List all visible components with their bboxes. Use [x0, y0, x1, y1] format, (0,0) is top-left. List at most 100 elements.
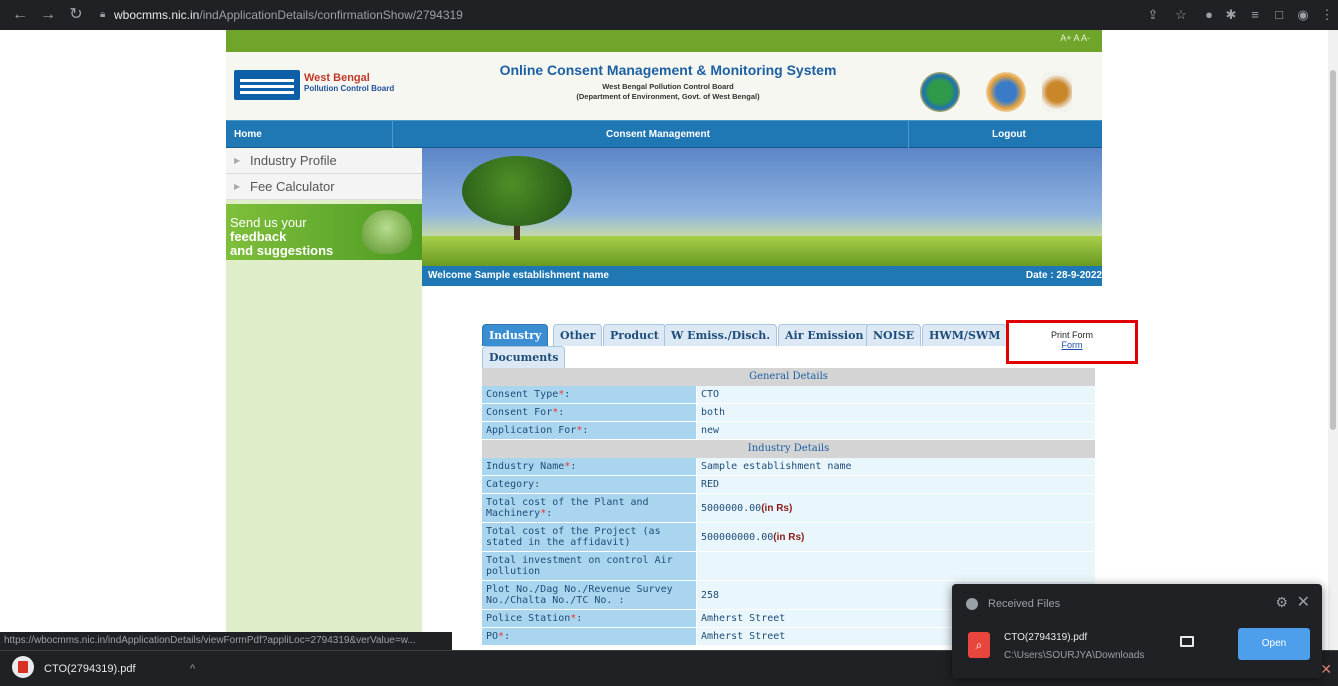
received-files-popup: Received Files ⚙ ✕ ⌕ CTO(2794319).pdf C:… — [952, 584, 1322, 678]
logo-title: West Bengal — [304, 72, 370, 84]
row-label: Police Station*: — [482, 610, 696, 627]
menu-home[interactable]: Home — [234, 121, 262, 148]
received-file-path: C:\Users\SOURJYA\Downloads — [1004, 650, 1145, 661]
row-label: Application For*: — [482, 422, 696, 439]
print-form-link[interactable]: Form — [1009, 340, 1135, 350]
logo-subtitle: Pollution Control Board — [304, 84, 395, 93]
pdf-icon: ⌕ — [968, 632, 990, 658]
sidebar-item-fee-calculator[interactable]: ▶ Fee Calculator — [226, 174, 422, 200]
status-url-tooltip: https://wbocmms.nic.in/indApplicationDet… — [0, 632, 452, 650]
menu-separator — [908, 121, 909, 148]
hands-plant-icon — [362, 210, 412, 254]
row-label: Total cost of the Project (as stated in … — [482, 523, 696, 551]
table-row: Consent Type*: CTO — [482, 386, 1095, 404]
open-button[interactable]: Open — [1238, 628, 1310, 660]
back-icon[interactable]: ← — [10, 5, 30, 25]
feedback-bold: feedback — [230, 229, 287, 244]
row-value: new — [696, 422, 1095, 439]
row-label: Total cost of the Plant and Machinery*: — [482, 494, 696, 522]
system-title: Online Consent Management & Monitoring S… — [499, 62, 837, 78]
address-bar[interactable]: 🔒︎ wbocmms.nic.in/indApplicationDetails/… — [100, 4, 1100, 26]
section-header-industry: Industry Details — [482, 440, 1095, 458]
sidebar-item-industry-profile[interactable]: ▶ Industry Profile — [226, 148, 422, 174]
wbpcb-logo — [234, 70, 300, 100]
page-scrollbar[interactable] — [1328, 30, 1338, 650]
side-panel-icon[interactable]: □ — [1270, 6, 1288, 24]
table-row: Total cost of the Project (as stated in … — [482, 523, 1095, 552]
row-label: Category: — [482, 476, 696, 493]
reading-list-icon[interactable]: ≡ — [1246, 6, 1264, 24]
tab-air-emission[interactable]: Air Emission — [778, 324, 871, 346]
feedback-line2: and suggestions — [230, 243, 334, 258]
tab-other[interactable]: Other — [553, 324, 603, 346]
welcome-message: Welcome Sample establishment name — [428, 270, 609, 281]
table-row: Industry Name*: Sample establishment nam… — [482, 458, 1095, 476]
row-value: 500000000.00 (in Rs) — [696, 523, 1095, 551]
row-label: PO*: — [482, 628, 696, 645]
tab-documents[interactable]: Documents — [482, 346, 566, 368]
print-form-label: Print Form — [1050, 330, 1093, 340]
sidebar-item-label: Fee Calculator — [250, 179, 335, 194]
popup-title: Received Files — [988, 598, 1061, 610]
menu-separator — [392, 121, 393, 148]
close-icon[interactable]: ✕ — [1320, 657, 1332, 681]
close-icon[interactable]: ✕ — [1297, 592, 1310, 612]
table-row: Application For*: new — [482, 422, 1095, 440]
row-value: RED — [696, 476, 1095, 493]
state-emblem-icon — [920, 72, 960, 112]
share-icon[interactable]: ⇪ — [1144, 6, 1162, 24]
grass-field — [422, 236, 1102, 266]
row-label: Consent For*: — [482, 404, 696, 421]
chevron-up-icon[interactable]: ^ — [190, 657, 195, 681]
tab-hwm-swm[interactable]: HWM/SWM — [922, 324, 1008, 346]
tab-industry[interactable]: Industry — [482, 324, 549, 346]
feedback-line1: Send us your — [230, 215, 307, 230]
browser-toolbar: ← → ↻ 🔒︎ wbocmms.nic.in/indApplicationDe… — [0, 0, 1338, 30]
bullet-icon: ▶ — [234, 156, 241, 165]
table-row: Category: RED — [482, 476, 1095, 494]
profile-icon[interactable]: ◉ — [1294, 6, 1312, 24]
row-value — [696, 552, 1095, 580]
table-row: Consent For*: both — [482, 404, 1095, 422]
reload-icon[interactable]: ↻ — [66, 5, 86, 25]
system-subtitle: West Bengal Pollution Control Board — [602, 82, 734, 91]
menu-consent-management[interactable]: Consent Management — [606, 121, 710, 148]
folder-icon[interactable] — [1180, 636, 1194, 647]
app-logo-icon — [966, 598, 978, 610]
sidebar: ▶ Industry Profile ▶ Fee Calculator Send… — [226, 148, 422, 650]
environment-emblem-icon — [986, 72, 1026, 112]
tab-noise[interactable]: NOISE — [866, 324, 922, 346]
page-viewport: A+ A A- West Bengal Pollution Control Bo… — [0, 30, 1338, 650]
forward-icon[interactable]: → — [38, 5, 58, 25]
tab-product[interactable]: Product — [603, 324, 666, 346]
scrollbar-thumb[interactable] — [1330, 70, 1336, 430]
star-icon[interactable]: ☆ — [1172, 6, 1190, 24]
bullet-icon: ▶ — [234, 182, 241, 191]
print-form-box: Print Form Form — [1006, 320, 1138, 364]
font-size-controls[interactable]: A+ A A- — [1060, 33, 1090, 43]
menu-logout[interactable]: Logout — [992, 121, 1026, 148]
banner-image — [422, 148, 1102, 266]
tree-icon — [462, 156, 572, 226]
site-header: West Bengal Pollution Control Board Onli… — [226, 52, 1102, 120]
lock-icon[interactable]: 🔒︎ — [100, 4, 105, 26]
tab-w-emission[interactable]: W Emiss./Disch. — [664, 324, 778, 346]
top-strip: A+ A A- — [226, 30, 1102, 52]
sidebar-item-label: Industry Profile — [250, 153, 337, 168]
shield-icon[interactable]: ● — [1200, 6, 1218, 24]
extensions-icon[interactable]: ✱ — [1222, 6, 1240, 24]
row-value: both — [696, 404, 1095, 421]
feedback-banner[interactable]: Send us your feedback and suggestions — [226, 204, 422, 260]
current-date: Date : 28-9-2022 — [1025, 270, 1102, 281]
system-department: (Department of Environment, Govt. of Wes… — [576, 92, 760, 101]
national-emblem-icon — [1042, 72, 1072, 112]
row-label: Plot No./Dag No./Revenue Survey No./Chal… — [482, 581, 696, 609]
row-value: CTO — [696, 386, 1095, 403]
row-value: 5000000.00 (in Rs) — [696, 494, 1095, 522]
row-label: Industry Name*: — [482, 458, 696, 475]
menu-icon[interactable]: ⋮ — [1318, 6, 1336, 24]
url-host: wbocmms.nic.in — [114, 8, 200, 22]
welcome-bar: Welcome Sample establishment name Date :… — [422, 266, 1102, 286]
gear-icon[interactable]: ⚙ — [1275, 594, 1288, 611]
download-item[interactable]: CTO(2794319).pdf ^ — [6, 657, 206, 681]
